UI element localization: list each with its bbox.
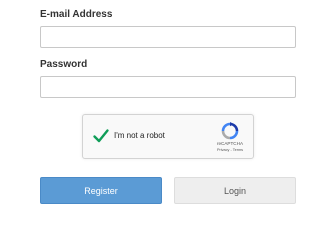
checkmark-icon bbox=[93, 129, 109, 143]
password-field[interactable] bbox=[40, 76, 296, 98]
email-label: E-mail Address bbox=[40, 9, 113, 20]
email-field[interactable] bbox=[40, 26, 296, 48]
recaptcha-checkbox[interactable] bbox=[92, 127, 110, 145]
recaptcha-label: I'm not a robot bbox=[114, 131, 165, 140]
register-button[interactable]: Register bbox=[40, 177, 162, 204]
recaptcha-brand: reCAPTCHA bbox=[216, 141, 244, 146]
recaptcha-logo-icon bbox=[221, 122, 239, 140]
recaptcha-privacy-terms[interactable]: Privacy - Terms bbox=[209, 148, 251, 153]
registration-form: E-mail Address Password I'm not a robot … bbox=[0, 0, 330, 220]
login-button[interactable]: Login bbox=[174, 177, 296, 204]
password-label: Password bbox=[40, 59, 88, 70]
recaptcha-widget: I'm not a robot reCAPTCHA Privacy - Term… bbox=[82, 114, 254, 159]
